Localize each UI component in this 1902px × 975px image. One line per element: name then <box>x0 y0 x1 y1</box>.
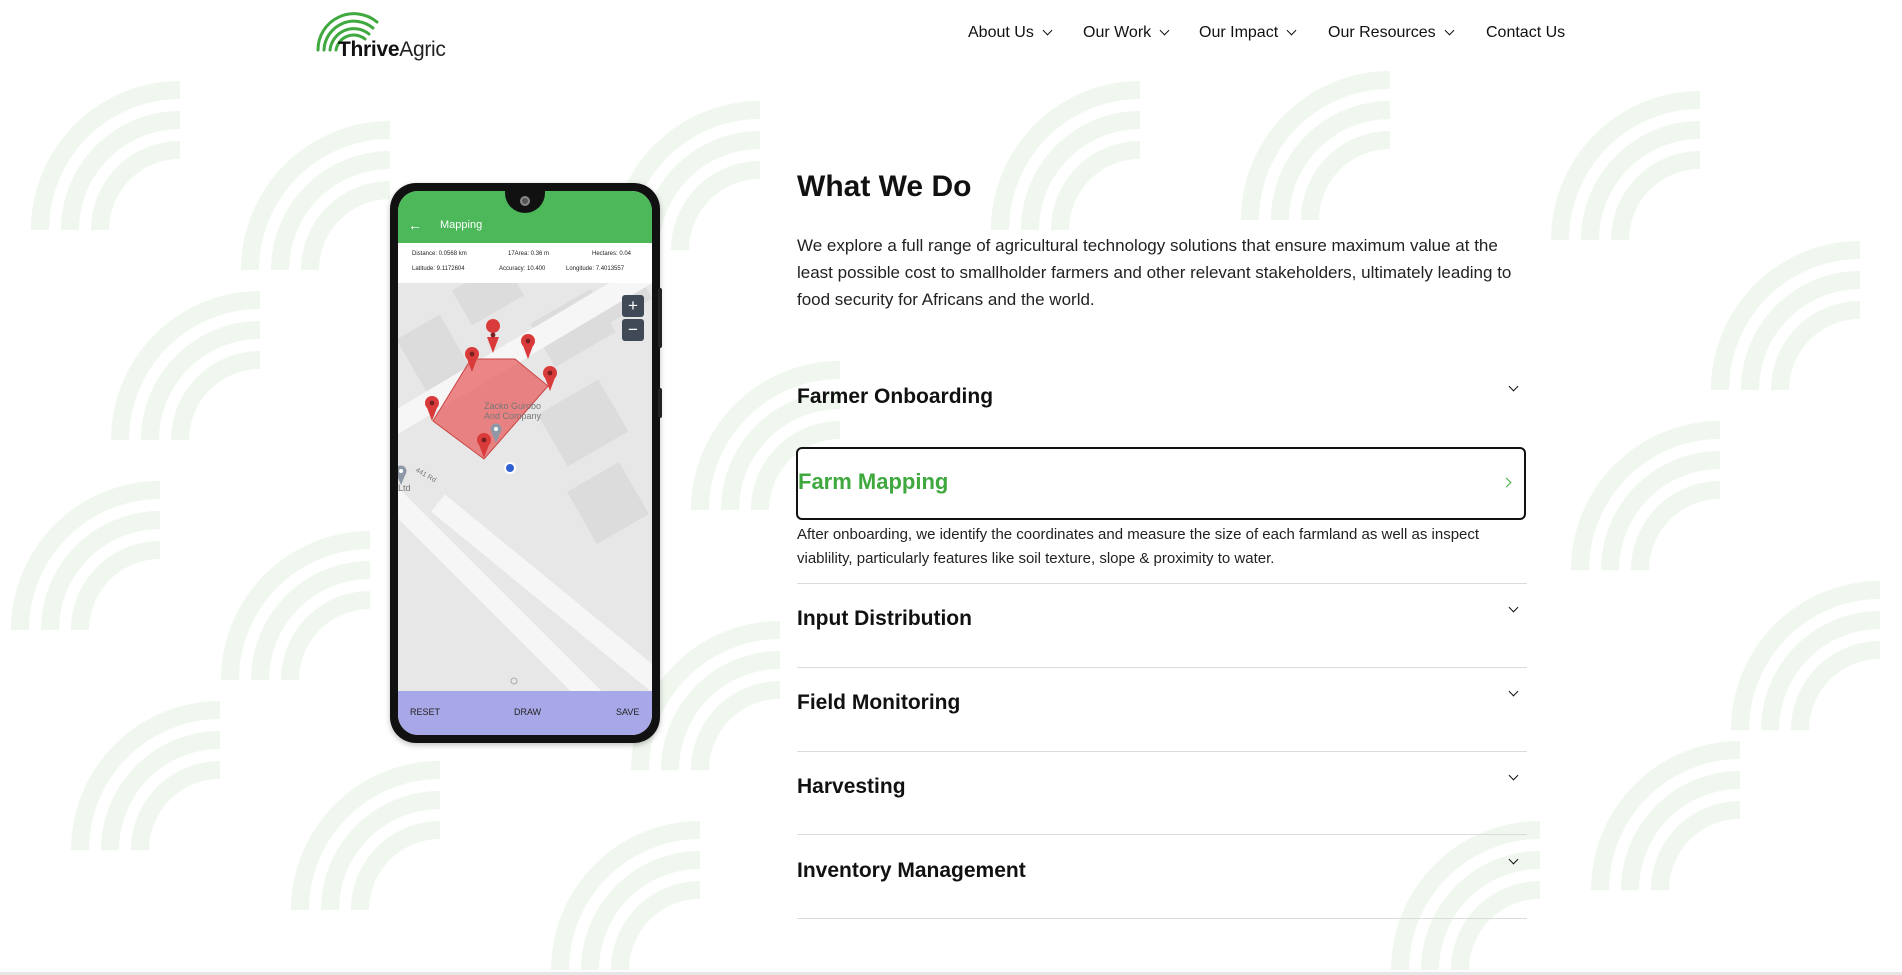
phone-side-button <box>658 388 662 418</box>
accordion-inventory-management[interactable]: Inventory Management <box>797 849 1527 899</box>
section-title: What We Do <box>797 170 972 203</box>
map-action-bar: RESET DRAW SAVE <box>398 691 652 735</box>
chevron-down-icon <box>1508 686 1519 697</box>
accordion-title: Field Monitoring <box>797 691 961 714</box>
thriveagric-logo[interactable]: ThriveAgric <box>315 8 450 61</box>
nav-contact-us[interactable]: Contact Us <box>1486 24 1565 42</box>
nav-label: Our Resources <box>1328 24 1436 41</box>
phone-screen: ← Mapping Distance: 0.0568 km 17Area: 0.… <box>398 191 652 735</box>
chevron-down-icon <box>1508 854 1519 865</box>
nav-label: Our Work <box>1083 24 1152 41</box>
nav-label: Contact Us <box>1486 24 1566 41</box>
accordion-field-monitoring[interactable]: Field Monitoring <box>797 681 1527 731</box>
map-canvas <box>398 257 652 711</box>
divider <box>797 918 1527 919</box>
accordion-title: Inventory Management <box>797 859 1026 882</box>
map-view[interactable]: + − Zacko Gurobo And Company 441 Rd Ltd <box>398 257 652 711</box>
draw-button[interactable]: DRAW <box>514 707 541 717</box>
camera-icon <box>520 196 530 206</box>
nav-label: Our Impact <box>1199 24 1279 41</box>
logo-wordmark: ThriveAgric <box>338 38 446 61</box>
accordion-title: Farmer Onboarding <box>797 385 994 408</box>
phone-side-button <box>658 288 662 348</box>
phone-mockup: ← Mapping Distance: 0.0568 km 17Area: 0.… <box>390 183 662 743</box>
section-intro: We explore a full range of agricultural … <box>797 236 1512 309</box>
current-location-dot <box>504 462 516 474</box>
distance-value: Distance: 0.0568 km <box>412 251 467 257</box>
reset-button[interactable]: RESET <box>410 707 440 717</box>
longitude-value: Longitude: 7.4013557 <box>566 266 625 272</box>
accuracy-value: Accuracy: 10.400 <box>499 266 546 272</box>
nav-about-us[interactable]: About Us <box>968 24 1053 42</box>
accordion-input-distribution[interactable]: Input Distribution <box>797 597 1527 647</box>
nav-our-resources[interactable]: Our Resources <box>1328 24 1455 42</box>
latitude-value: Latitude: 9.1172604 <box>412 266 465 272</box>
chevron-right-icon <box>1501 477 1512 488</box>
back-arrow-icon: ← <box>408 217 422 233</box>
zoom-in-button[interactable]: + <box>622 295 644 317</box>
save-button[interactable]: SAVE <box>616 707 639 717</box>
area-value: 17Area: 0.36 m <box>508 251 550 257</box>
divider <box>797 751 1527 752</box>
hectares-value: Hectares: 0.04 <box>592 251 632 257</box>
chevron-down-icon <box>1042 25 1053 36</box>
nav-our-work[interactable]: Our Work <box>1083 24 1170 42</box>
chevron-down-icon <box>1159 25 1170 36</box>
app-title: Mapping <box>440 219 483 231</box>
accordion-title: Input Distribution <box>797 607 972 630</box>
zoom-out-button[interactable]: − <box>622 319 644 341</box>
divider <box>797 834 1527 835</box>
divider <box>797 667 1527 668</box>
accordion-title-active: Farm Mapping <box>798 469 949 494</box>
measurement-panel: Distance: 0.0568 km 17Area: 0.36 m Hecta… <box>398 243 652 283</box>
accordion-farm-mapping[interactable]: Farm Mapping <box>796 447 1526 520</box>
chevron-down-icon <box>1508 381 1519 392</box>
site-header: ThriveAgric About Us Our Work Our Impact… <box>0 0 1902 70</box>
accordion-harvesting[interactable]: Harvesting <box>797 765 1527 815</box>
nav-label: About Us <box>968 24 1034 41</box>
chevron-down-icon <box>1508 770 1519 781</box>
nav-our-impact[interactable]: Our Impact <box>1199 24 1297 42</box>
chevron-down-icon <box>1444 25 1455 36</box>
chevron-down-icon <box>1286 25 1297 36</box>
map-label-company: Zacko Gurobo And Company <box>484 401 542 421</box>
accordion-description: After onboarding, we identify the coordi… <box>797 526 1480 567</box>
map-label-ltd: Ltd <box>398 483 411 493</box>
accordion-title: Harvesting <box>797 775 906 798</box>
chevron-down-icon <box>1508 602 1519 613</box>
accordion-farmer-onboarding[interactable]: Farmer Onboarding <box>797 375 1527 425</box>
divider <box>797 583 1527 584</box>
